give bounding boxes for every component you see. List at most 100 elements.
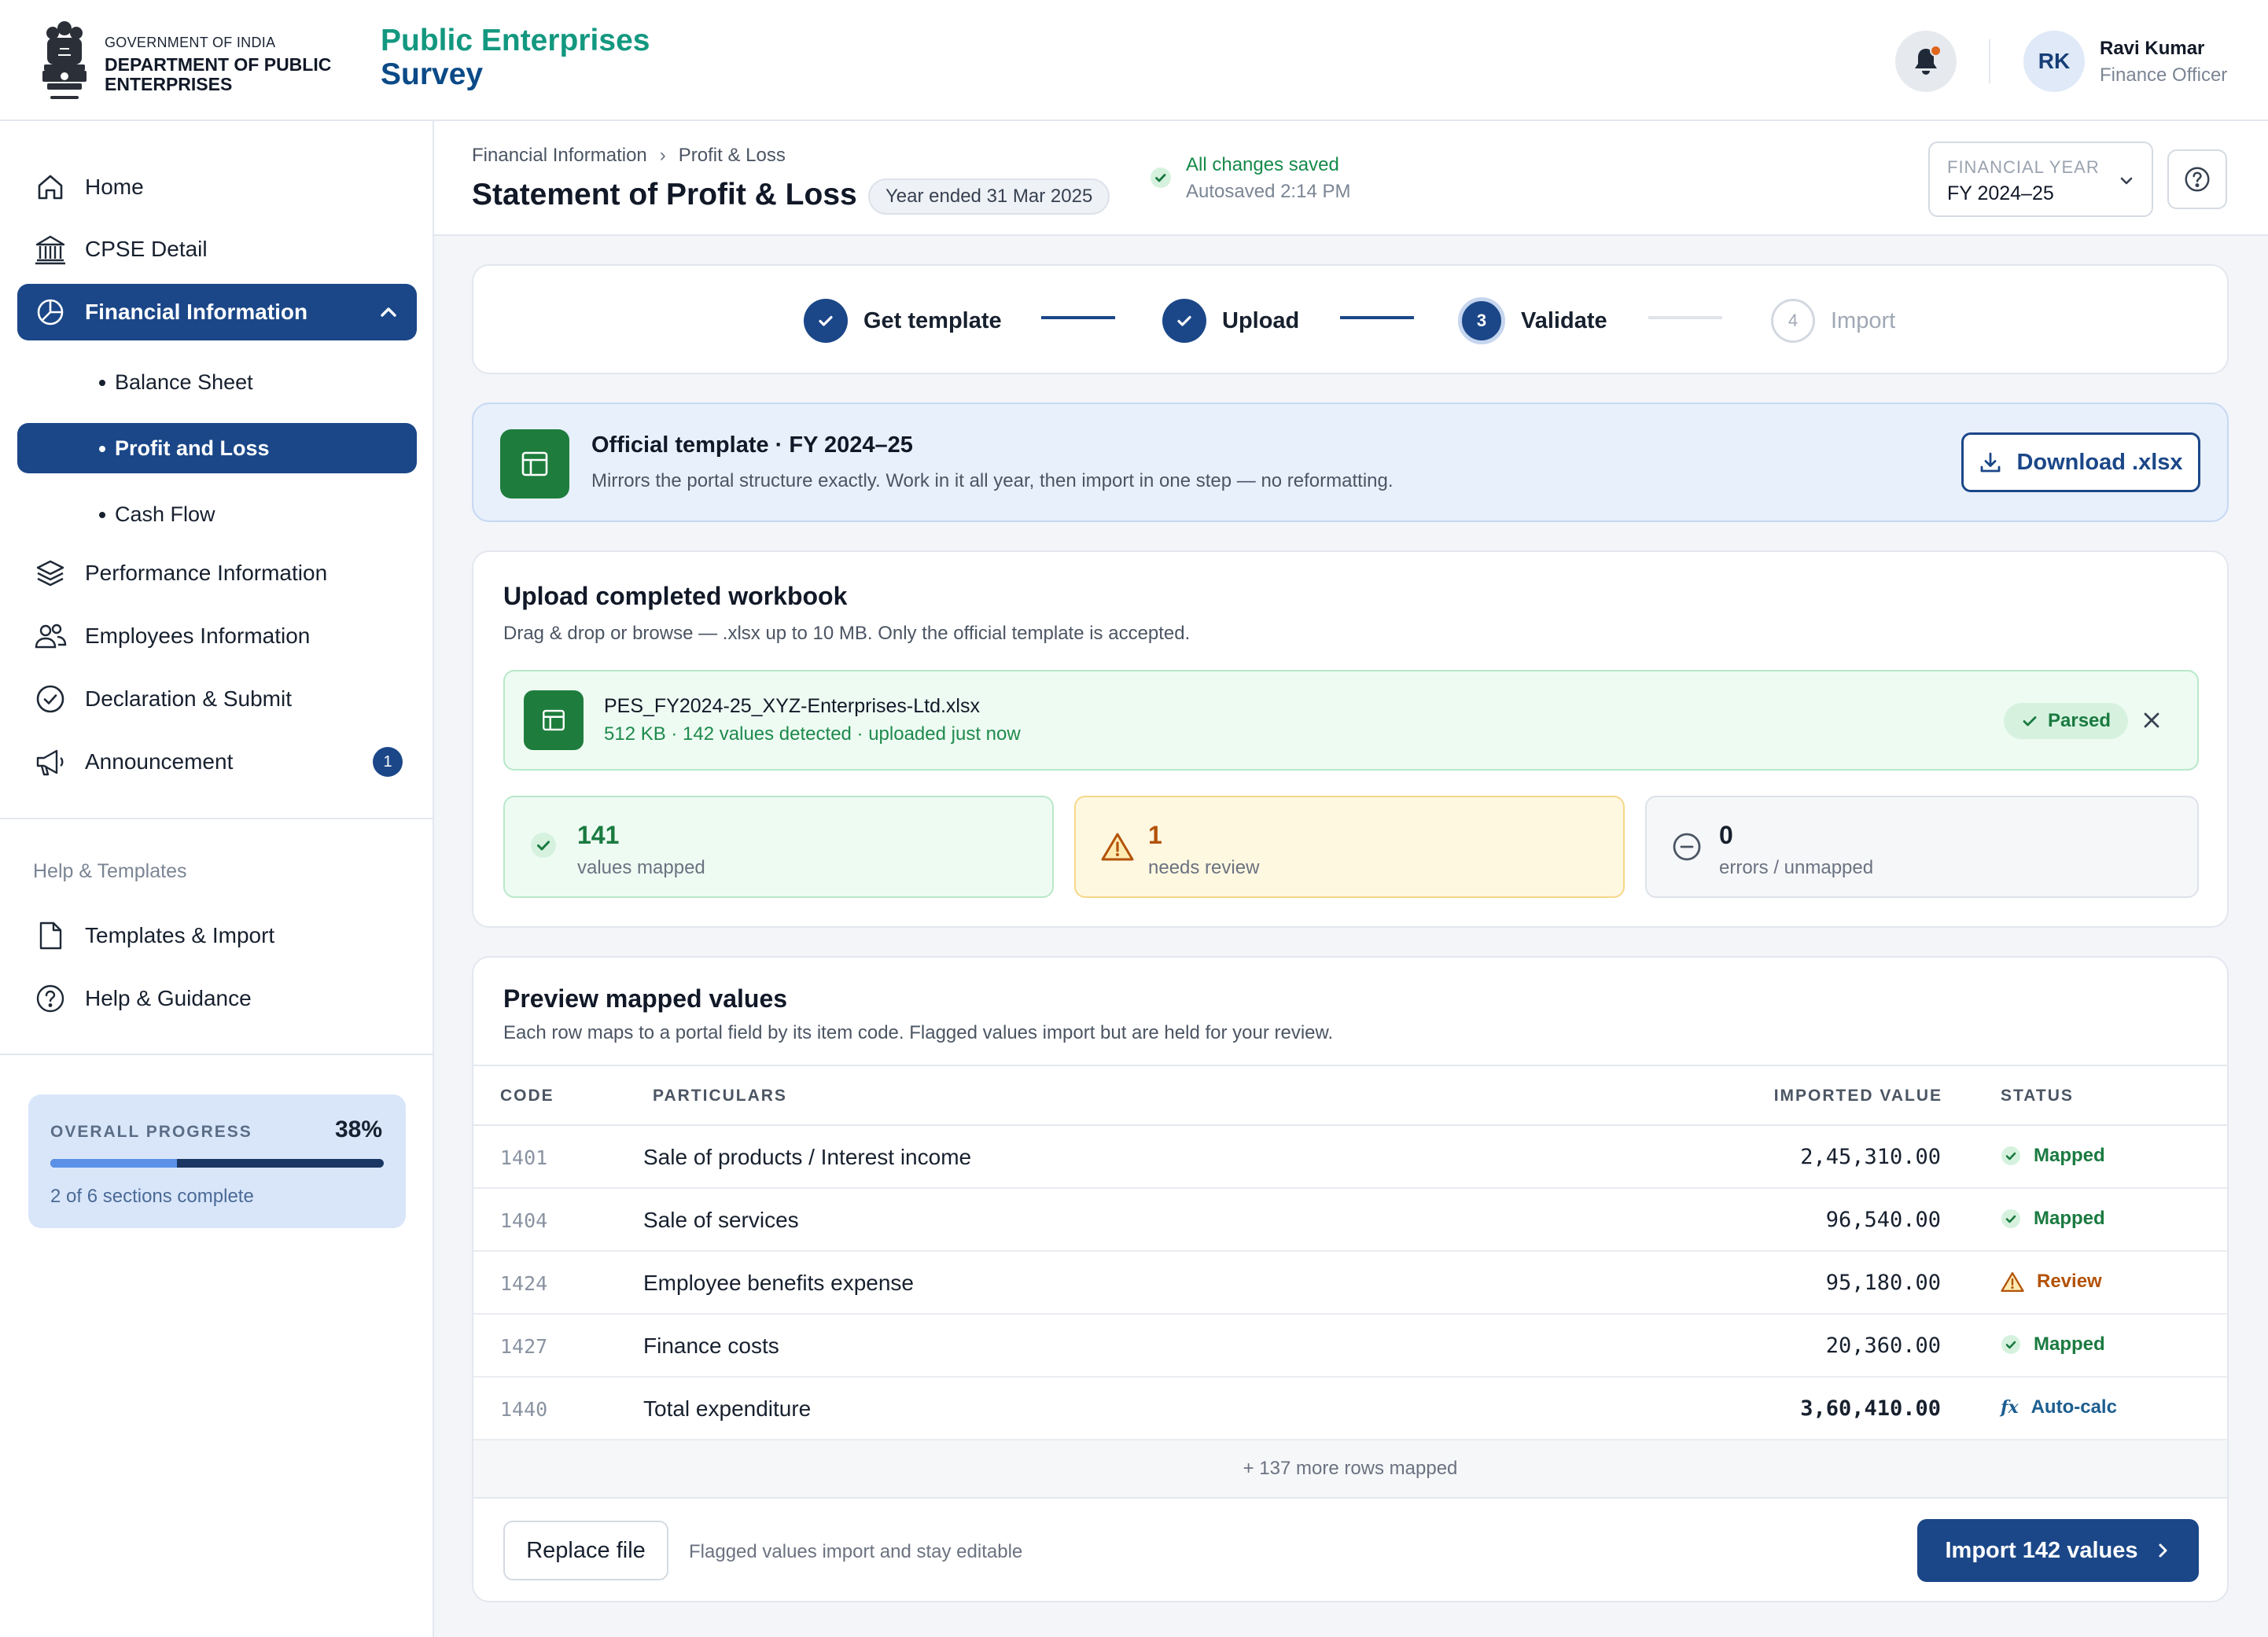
status-badge: Review [2001,1271,2102,1293]
table-row[interactable]: 1404 Sale of services 96,540.00 Mapped [473,1189,2227,1252]
upload-card: Upload completed workbook Drag & drop or… [472,550,2229,928]
help-button[interactable] [2167,149,2227,209]
stat-label: errors / unmapped [1719,857,1874,878]
step-validate[interactable]: 3 Validate [1458,297,1607,344]
warning-icon [1101,832,1134,862]
table-row[interactable]: 1401 Sale of products / Interest income … [473,1126,2227,1189]
sidebar-item-label: CPSE Detail [85,237,208,261]
particulars: Employee benefits expense [643,1271,914,1295]
particulars: Sale of products / Interest income [643,1145,972,1169]
import-values-button[interactable]: Import 142 values [1917,1519,2199,1582]
step-import[interactable]: 4 Import [1771,297,1895,344]
department-name: DEPARTMENT OF PUBLIC ENTERPRISES [105,54,332,94]
home-icon [33,170,68,204]
table-row[interactable]: 1424 Employee benefits expense 95,180.00… [473,1252,2227,1315]
item-code: 1440 [500,1398,548,1421]
sidebar-item-employees-information[interactable]: Employees Information [17,608,417,664]
sidebar-subitem-label: Profit and Loss [115,436,270,460]
header-divider [1989,39,1990,83]
brand-line-2: Survey [381,57,484,91]
template-title: Official template · FY 2024–25 [591,432,913,458]
page-header: Financial Information › Profit & Loss St… [434,121,2268,236]
particulars: Total expenditure [643,1396,812,1421]
user-avatar[interactable]: RK [2023,31,2085,92]
megaphone-icon [33,745,68,779]
status-label: Auto-calc [2031,1396,2117,1418]
stat-needs-review: 1 needs review [1074,796,1625,898]
sidebar-item-financial-information[interactable]: Financial Information [17,284,417,340]
sidebar-item-label: Announcement [85,749,234,774]
sidebar-item-label: Templates & Import [85,923,275,947]
imported-value: 96,540.00 [1825,1208,1941,1232]
step-label: Get template [863,307,1002,333]
users-icon [33,619,68,653]
status-badge: Mapped [2001,1334,2105,1356]
imported-value: 2,45,310.00 [1800,1145,1941,1169]
download-template-button[interactable]: Download .xlsx [1961,432,2200,492]
step-number: 3 [1458,297,1505,344]
table-row[interactable]: 1440 Total expenditure 3,60,410.00 fx Au… [473,1378,2227,1440]
portal-brand[interactable]: Public Enterprises Survey [381,24,650,91]
sidebar-item-help-guidance[interactable]: Help & Guidance [17,970,417,1027]
remove-file-close-icon[interactable] [2137,706,2166,734]
table-header: CODE PARTICULARS IMPORTED VALUE STATUS [473,1065,2227,1126]
sidebar-item-performance-information[interactable]: Performance Information [17,545,417,601]
breadcrumb: Financial Information › Profit & Loss [472,145,786,167]
warning-icon [2001,1271,2037,1293]
stat-values-mapped: 141 values mapped [503,796,1054,898]
save-status: All changes saved [1186,154,1339,175]
sidebar-item-declaration-submit[interactable]: Declaration & Submit [17,671,417,727]
sidebar-section-label: Help & Templates [33,860,187,882]
sidebar-subitem-cash-flow[interactable]: Cash Flow [17,489,417,539]
step-get-template[interactable]: Get template [804,297,1002,344]
table-row[interactable]: 1427 Finance costs 20,360.00 Mapped [473,1315,2227,1378]
parsed-label: Parsed [2048,710,2112,731]
notifications-button[interactable] [1895,31,1957,92]
user-role: Finance Officer [2100,64,2228,86]
financial-year-select[interactable]: FINANCIAL YEAR FY 2024–25 [1928,142,2153,217]
upload-description: Drag & drop or browse — .xlsx up to 10 M… [503,623,1191,644]
imported-value: 3,60,410.00 [1800,1396,1941,1421]
step-upload[interactable]: Upload [1162,297,1299,344]
status-badge: fx Auto-calc [2001,1396,2117,1418]
stat-number: 1 [1148,821,1162,849]
download-icon [1979,451,2016,474]
app-header: GOVERNMENT OF INDIA DEPARTMENT OF PUBLIC… [0,0,2268,121]
sidebar-divider [0,1054,433,1055]
download-label: Download .xlsx [2016,449,2183,475]
import-label: Import 142 values [1945,1537,2138,1563]
check-circle-icon [33,682,68,716]
status-label: Mapped [2034,1145,2105,1166]
sidebar-item-label: Home [85,175,144,199]
preview-card: Preview mapped values Each row maps to a… [472,956,2229,1602]
spreadsheet-icon [500,429,569,498]
sidebar-item-label: Declaration & Submit [85,686,293,711]
column-header-imported-value: IMPORTED VALUE [1773,1087,1942,1105]
sidebar-item-cpse-detail[interactable]: CPSE Detail [17,221,417,278]
sidebar-subitem-balance-sheet[interactable]: Balance Sheet [17,357,417,407]
official-template-banner: Official template · FY 2024–25 Mirrors t… [472,403,2229,522]
sidebar-item-templates-import[interactable]: Templates & Import [17,907,417,964]
year-chip: Year ended 31 Mar 2025 [868,178,1110,215]
sidebar-item-announcement[interactable]: Announcement 1 [17,734,417,790]
chevron-up-icon[interactable] [377,301,399,323]
particulars: Finance costs [643,1334,779,1358]
sidebar-item-home[interactable]: Home [17,159,417,215]
more-rows-indicator: + 137 more rows mapped [473,1440,2227,1499]
stat-errors-unmapped: 0 errors / unmapped [1645,796,2199,898]
step-label: Upload [1222,307,1300,333]
breadcrumb-item-financial-information[interactable]: Financial Information [472,145,647,167]
financial-year-label: FINANCIAL YEAR [1947,157,2100,177]
sidebar-subitem-label: Balance Sheet [115,370,253,394]
step-connector [1340,316,1414,319]
step-connector [1041,316,1115,319]
replace-file-button[interactable]: Replace file [503,1521,668,1580]
check-icon [1150,167,1172,189]
check-icon [2001,1334,2034,1355]
progress-percent: 38% [334,1116,382,1142]
building-icon [33,232,68,267]
sidebar-item-label: Employees Information [85,624,311,648]
sidebar-subitem-profit-and-loss[interactable]: Profit and Loss [17,423,417,473]
upload-title: Upload completed workbook [503,582,848,610]
sidebar-divider [0,818,433,819]
